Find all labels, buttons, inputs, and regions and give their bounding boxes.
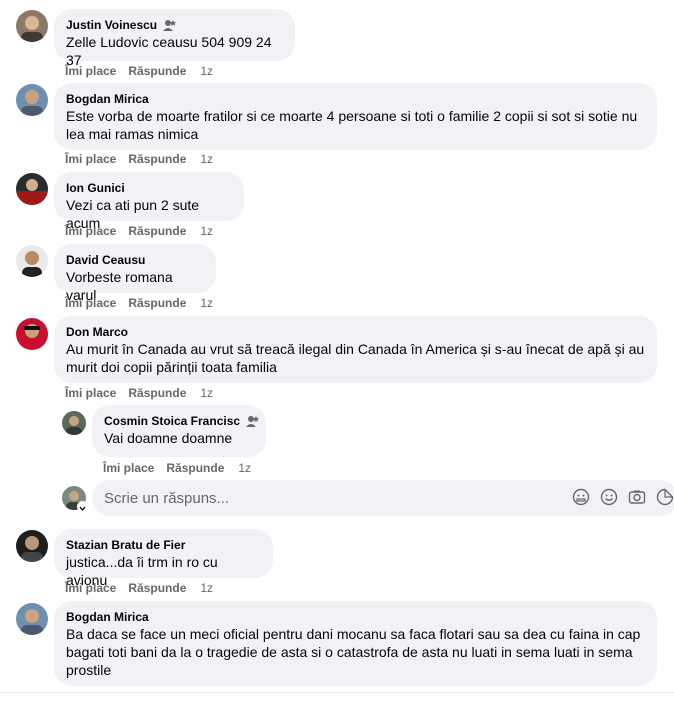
avatar[interactable] bbox=[16, 318, 48, 350]
comment-text-line: Ba daca se face un meci oficial pentru d… bbox=[66, 626, 641, 642]
reply-button[interactable]: Răspunde bbox=[128, 385, 186, 401]
comment-time[interactable]: 1z bbox=[200, 223, 213, 239]
comment-bubble: Ion Gunici Vezi ca ati pun 2 sute acum bbox=[54, 172, 244, 231]
comment-text-line: Este vorba de moarte fratilor si ce moar… bbox=[66, 108, 638, 124]
comment-time[interactable]: 1z bbox=[238, 460, 251, 476]
comment-actions: Îmi place Răspunde 1z bbox=[65, 223, 213, 239]
camera-icon[interactable] bbox=[628, 488, 646, 506]
comment-author[interactable]: David Ceausu bbox=[66, 252, 145, 268]
comment-author[interactable]: Ion Gunici bbox=[66, 180, 125, 196]
comment-bubble: Don Marco Au murit în Canada au vrut să … bbox=[54, 316, 657, 383]
comment-author[interactable]: Don Marco bbox=[66, 324, 128, 340]
reply-composer[interactable] bbox=[92, 480, 674, 516]
comment-time[interactable]: 1z bbox=[200, 63, 213, 79]
avatar[interactable] bbox=[16, 245, 48, 277]
avatar[interactable] bbox=[16, 603, 48, 635]
comment-text: Vai doamne doamne bbox=[104, 430, 233, 446]
avatar[interactable] bbox=[16, 84, 48, 116]
avatar[interactable] bbox=[16, 530, 48, 562]
comment-text: Este vorba de moarte fratilor si ce moar… bbox=[66, 107, 645, 143]
comment-time[interactable]: 1z bbox=[200, 151, 213, 167]
reply-input[interactable] bbox=[102, 480, 542, 516]
comment-bubble: Stazian Bratu de Fier justica...da îi tr… bbox=[54, 529, 273, 588]
avatar[interactable] bbox=[16, 173, 48, 205]
reply-button[interactable]: Răspunde bbox=[128, 223, 186, 239]
comment-text-line: Au murit în Canada au vrut să treacă ile… bbox=[66, 341, 645, 357]
like-button[interactable]: Îmi place bbox=[65, 63, 116, 79]
comment-text-line: murit doi copii părinții toata familia bbox=[66, 359, 277, 375]
comment-actions: Îmi place Răspunde 1z bbox=[103, 460, 251, 476]
comment-actions: Îmi place Răspunde 1z bbox=[65, 63, 213, 79]
comment-author[interactable]: Justin Voinescu bbox=[66, 17, 157, 33]
comment-bubble: Bogdan Mirica Ba daca se face un meci of… bbox=[54, 601, 657, 686]
comment-text: Au murit în Canada au vrut să treacă ile… bbox=[66, 340, 645, 376]
reply-button[interactable]: Răspunde bbox=[128, 151, 186, 167]
contributor-icon bbox=[163, 19, 177, 31]
contributor-icon bbox=[246, 415, 260, 427]
like-button[interactable]: Îmi place bbox=[65, 385, 116, 401]
comment-text: Ba daca se face un meci oficial pentru d… bbox=[66, 625, 645, 679]
comment-author[interactable]: Cosmin Stoica Francisc bbox=[104, 413, 240, 429]
avatar[interactable] bbox=[16, 10, 48, 42]
comment-author[interactable]: Bogdan Mirica bbox=[66, 91, 149, 107]
comment-time[interactable]: 1z bbox=[200, 295, 213, 311]
avatar[interactable] bbox=[62, 411, 86, 435]
comment-time[interactable]: 1z bbox=[200, 580, 213, 596]
like-button[interactable]: Îmi place bbox=[103, 460, 154, 476]
like-button[interactable]: Îmi place bbox=[65, 580, 116, 596]
reply-button[interactable]: Răspunde bbox=[128, 580, 186, 596]
like-button[interactable]: Îmi place bbox=[65, 151, 116, 167]
comment-actions: Îmi place Răspunde 1z bbox=[65, 151, 213, 167]
comment-actions: Îmi place Răspunde 1z bbox=[65, 385, 213, 401]
comment-author[interactable]: Bogdan Mirica bbox=[66, 609, 149, 625]
comment-bubble: David Ceausu Vorbeste romana varul bbox=[54, 244, 216, 303]
like-button[interactable]: Îmi place bbox=[65, 295, 116, 311]
comment-time[interactable]: 1z bbox=[200, 385, 213, 401]
sticker-icon[interactable] bbox=[656, 488, 674, 506]
like-button[interactable]: Îmi place bbox=[65, 223, 116, 239]
avatar-sticker-icon[interactable] bbox=[572, 488, 590, 506]
comment-author[interactable]: Stazian Bratu de Fier bbox=[66, 537, 185, 553]
chevron-down-icon[interactable] bbox=[77, 501, 88, 512]
comment-actions: Îmi place Răspunde 1z bbox=[65, 295, 213, 311]
divider bbox=[0, 692, 674, 693]
comment-text-line: bagati toti bani da la o tragedie de ast… bbox=[66, 644, 633, 660]
comment-text-line: lea mai ramas nimica bbox=[66, 126, 199, 142]
comment-text-line: prostile bbox=[66, 662, 112, 678]
reply-button[interactable]: Răspunde bbox=[166, 460, 224, 476]
emoji-icon[interactable] bbox=[600, 488, 618, 506]
comment-actions: Îmi place Răspunde 1z bbox=[65, 580, 213, 596]
comment-bubble: Bogdan Mirica Este vorba de moarte frati… bbox=[54, 83, 657, 150]
composer-toolbar bbox=[572, 488, 674, 506]
reply-button[interactable]: Răspunde bbox=[128, 295, 186, 311]
comment-bubble: Justin Voinescu Zelle Ludovic ceausu 504… bbox=[54, 9, 295, 68]
reply-bubble: Cosmin Stoica Francisc Vai doamne doamne bbox=[92, 405, 266, 457]
reply-button[interactable]: Răspunde bbox=[128, 63, 186, 79]
